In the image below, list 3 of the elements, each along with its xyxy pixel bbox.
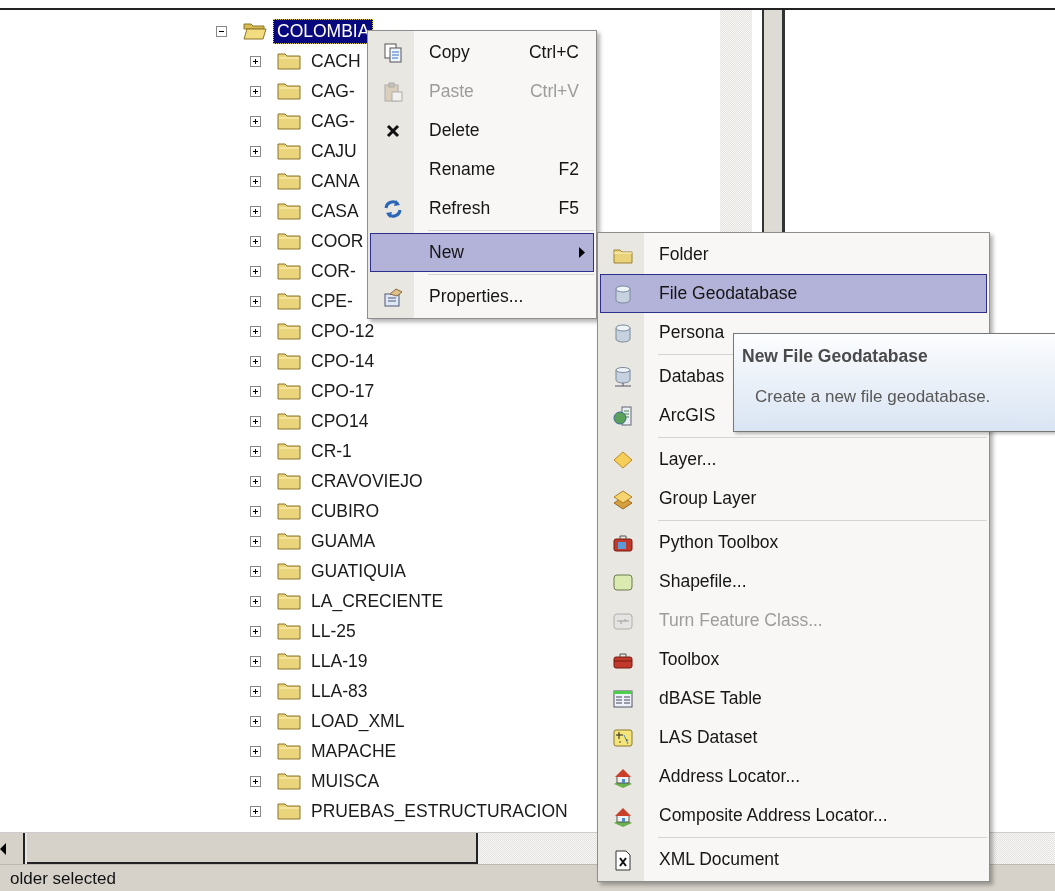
tooltip-text: Create a new file geodatabase. bbox=[755, 387, 991, 407]
tooltip-title: New File Geodatabase bbox=[742, 346, 928, 367]
status-text: older selected bbox=[10, 869, 116, 889]
